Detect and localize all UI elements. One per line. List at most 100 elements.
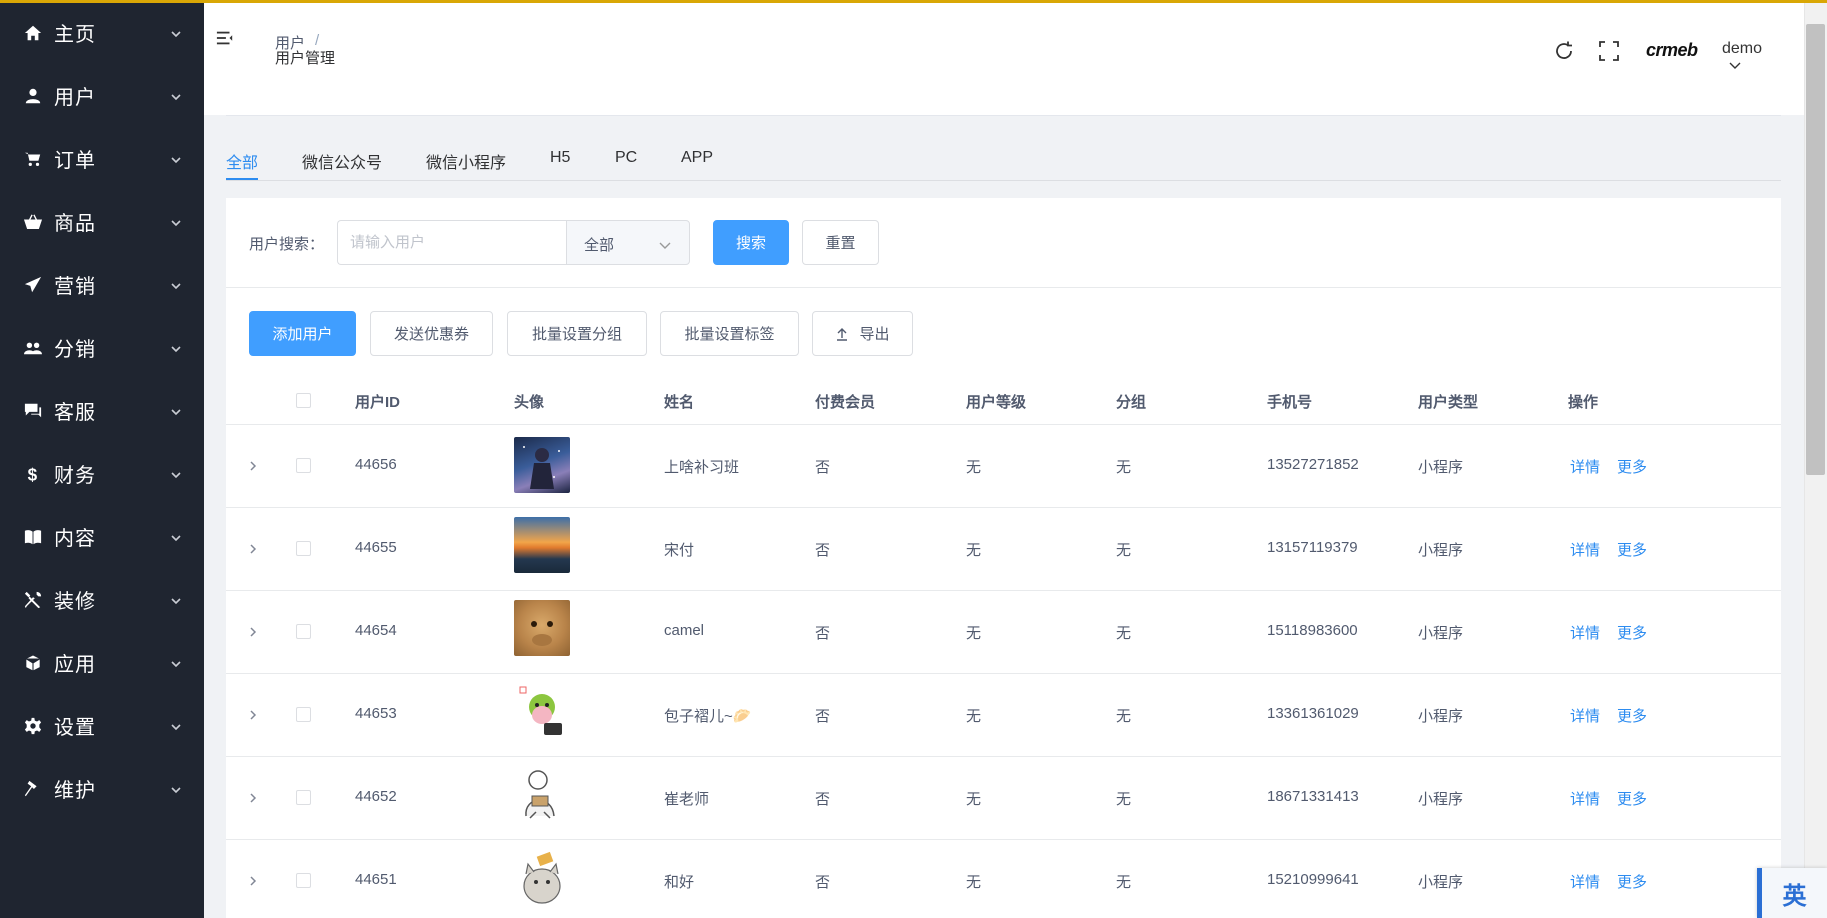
chevron-down-icon xyxy=(170,720,182,732)
sidebar-item-home[interactable]: 主页 xyxy=(0,1,204,64)
detail-link[interactable]: 详情 xyxy=(1570,456,1600,477)
sidebar-item-label: 客服 xyxy=(54,402,96,424)
sidebar-item-label: 财务 xyxy=(54,465,96,487)
expand-row-icon[interactable] xyxy=(247,874,259,886)
cell-id: 44655 xyxy=(355,539,397,556)
menu-fold-icon[interactable] xyxy=(216,29,236,49)
tab-wechat-official[interactable]: 微信公众号 xyxy=(302,149,382,173)
search-button[interactable]: 搜索 xyxy=(713,220,789,265)
chevron-down-icon xyxy=(170,90,182,102)
sidebar-item-service[interactable]: 客服 xyxy=(0,379,204,442)
user-menu[interactable]: demo xyxy=(1722,40,1762,58)
tab-pc[interactable]: PC xyxy=(615,149,637,167)
chevron-down-icon[interactable] xyxy=(1728,58,1742,69)
more-link[interactable]: 更多 xyxy=(1617,871,1647,892)
sidebar-item-content[interactable]: 内容 xyxy=(0,505,204,568)
row-checkbox[interactable] xyxy=(296,873,311,888)
send-coupon-button[interactable]: 发送优惠券 xyxy=(370,311,493,356)
cell-phone: 15118983600 xyxy=(1267,622,1358,639)
add-user-button[interactable]: 添加用户 xyxy=(249,311,356,356)
sidebar-item-apps[interactable]: 应用 xyxy=(0,631,204,694)
avatar xyxy=(514,517,570,573)
chevron-down-icon xyxy=(170,342,182,354)
chevron-down-icon xyxy=(659,238,671,249)
sidebar-item-settings[interactable]: 设置 xyxy=(0,694,204,757)
expand-row-icon[interactable] xyxy=(247,542,259,554)
more-link[interactable]: 更多 xyxy=(1617,705,1647,726)
col-header-name: 姓名 xyxy=(664,394,695,411)
avatar xyxy=(514,600,570,656)
row-checkbox[interactable] xyxy=(296,541,311,556)
expand-row-icon[interactable] xyxy=(247,625,259,637)
detail-link[interactable]: 详情 xyxy=(1570,871,1600,892)
sidebar-item-label: 分销 xyxy=(54,339,96,361)
sidebar-item-marketing[interactable]: 营销 xyxy=(0,253,204,316)
search-type-select[interactable]: 全部 xyxy=(566,220,690,265)
chevron-down-icon xyxy=(170,27,182,39)
sidebar-item-finance[interactable]: $ 财务 xyxy=(0,442,204,505)
tab-app[interactable]: APP xyxy=(681,149,713,167)
cell-level: 无 xyxy=(966,542,982,559)
batch-tag-button[interactable]: 批量设置标签 xyxy=(660,311,799,356)
more-link[interactable]: 更多 xyxy=(1617,539,1647,560)
select-all-checkbox[interactable] xyxy=(296,393,311,408)
tab-h5[interactable]: H5 xyxy=(550,149,570,167)
search-label: 用户搜索： xyxy=(249,236,325,253)
chevron-down-icon xyxy=(170,783,182,795)
tab-wechat-miniprogram[interactable]: 微信小程序 xyxy=(426,149,506,173)
user-icon xyxy=(23,86,43,106)
cell-level: 无 xyxy=(966,791,982,808)
more-link[interactable]: 更多 xyxy=(1617,456,1647,477)
expand-row-icon[interactable] xyxy=(247,791,259,803)
sidebar-item-decoration[interactable]: 装修 xyxy=(0,568,204,631)
cell-level: 无 xyxy=(966,625,982,642)
cell-name: 包子褶儿~🥟 xyxy=(664,708,752,725)
refresh-icon[interactable] xyxy=(1553,40,1575,62)
sidebar-item-order[interactable]: 订单 xyxy=(0,127,204,190)
table-row-divider xyxy=(226,673,1781,674)
detail-link[interactable]: 详情 xyxy=(1570,788,1600,809)
sidebar: 主页 用户 订单 商品 营销 分销 客服 $ 财务 内容 装修 应用 设置 维护 xyxy=(0,0,204,918)
col-header-type: 用户类型 xyxy=(1418,394,1479,411)
table-row-divider xyxy=(226,590,1781,591)
detail-link[interactable]: 详情 xyxy=(1570,622,1600,643)
dollar-icon: $ xyxy=(23,464,43,484)
sidebar-item-user[interactable]: 用户 xyxy=(0,64,204,127)
content-card xyxy=(226,198,1781,918)
chevron-down-icon xyxy=(170,153,182,165)
detail-link[interactable]: 详情 xyxy=(1570,539,1600,560)
scrollbar-thumb[interactable] xyxy=(1806,24,1825,475)
sidebar-item-distribution[interactable]: 分销 xyxy=(0,316,204,379)
row-checkbox[interactable] xyxy=(296,458,311,473)
svg-text:$: $ xyxy=(28,465,38,483)
brand-logo: crmeb xyxy=(1646,40,1698,60)
col-header-phone: 手机号 xyxy=(1267,394,1313,411)
detail-link[interactable]: 详情 xyxy=(1570,705,1600,726)
tabs-divider xyxy=(226,180,1781,181)
row-checkbox[interactable] xyxy=(296,624,311,639)
reset-button[interactable]: 重置 xyxy=(802,220,879,265)
batch-group-button[interactable]: 批量设置分组 xyxy=(507,311,647,356)
col-header-group: 分组 xyxy=(1116,394,1147,411)
tab-all[interactable]: 全部 xyxy=(226,149,258,173)
cell-phone: 13361361029 xyxy=(1267,705,1359,722)
cell-type: 小程序 xyxy=(1418,874,1464,891)
more-link[interactable]: 更多 xyxy=(1617,622,1647,643)
sidebar-item-product[interactable]: 商品 xyxy=(0,190,204,253)
select-value: 全部 xyxy=(584,237,615,254)
expand-row-icon[interactable] xyxy=(247,708,259,720)
sidebar-item-maintenance[interactable]: 维护 xyxy=(0,757,204,820)
tools-icon xyxy=(23,590,43,610)
basket-icon xyxy=(23,212,43,232)
row-checkbox[interactable] xyxy=(296,790,311,805)
export-label: 导出 xyxy=(859,326,890,343)
expand-row-icon[interactable] xyxy=(247,459,259,471)
row-checkbox[interactable] xyxy=(296,707,311,722)
cell-name: 崔老师 xyxy=(664,791,710,808)
search-input[interactable] xyxy=(337,220,567,265)
more-link[interactable]: 更多 xyxy=(1617,788,1647,809)
fullscreen-icon[interactable] xyxy=(1598,40,1620,62)
export-button[interactable]: 导出 xyxy=(812,311,913,356)
cell-name: 上啥补习班 xyxy=(664,459,740,476)
ime-indicator[interactable]: 英 xyxy=(1757,868,1827,918)
